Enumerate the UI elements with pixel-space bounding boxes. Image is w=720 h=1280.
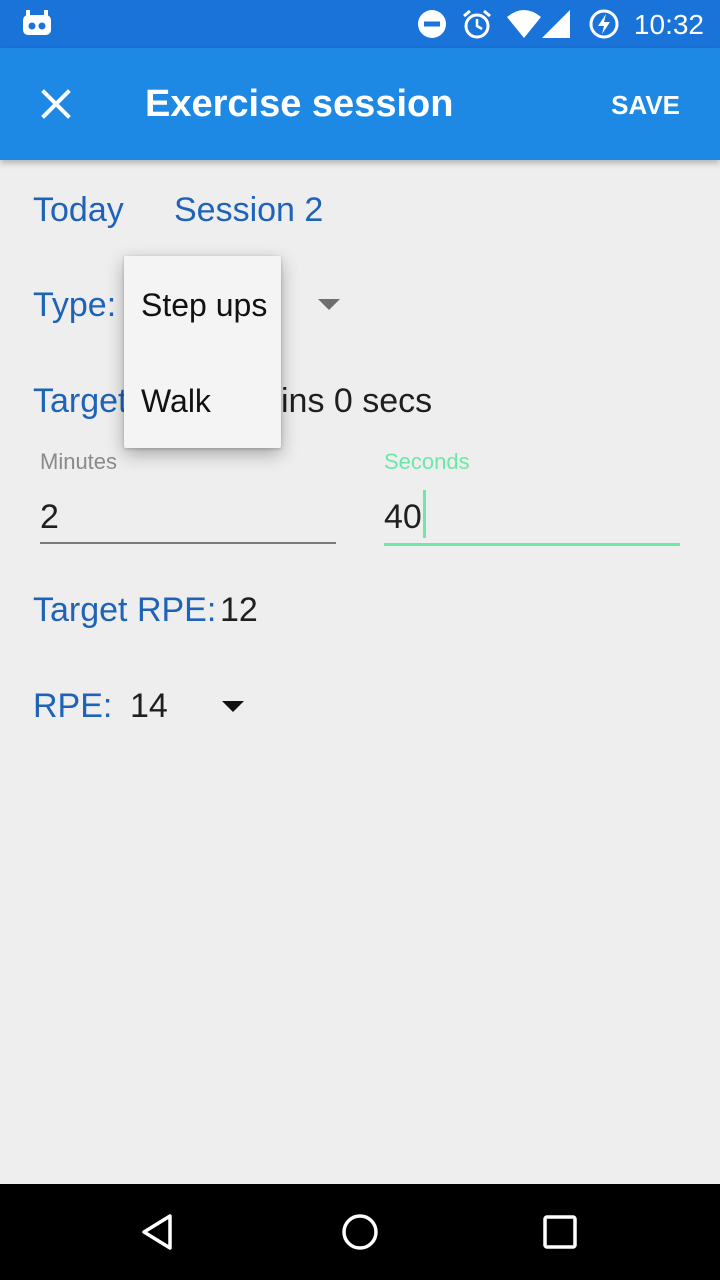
page-title: Exercise session [145,83,454,125]
dropdown-option-step-ups[interactable]: Step ups [141,285,267,325]
battery-charging-icon [589,9,619,39]
recents-icon[interactable] [536,1208,584,1256]
target-rpe-value: 12 [220,591,258,629]
type-dropdown-menu: Step ups Walk [124,256,281,448]
status-bar: 10:32 [0,0,720,48]
home-icon[interactable] [336,1208,384,1256]
session-date: Today [33,191,124,229]
save-button[interactable]: SAVE [611,90,680,120]
text-cursor [423,490,426,538]
app-bar: Exercise session SAVE [0,48,720,160]
target-rpe-label: Target RPE: [33,591,217,629]
type-label: Type: [33,286,117,324]
alarm-icon [463,9,491,39]
target-value: ins 0 secs [281,382,433,420]
seconds-underline [384,543,680,546]
rpe-value[interactable]: 14 [130,686,168,726]
navigation-bar [0,1184,720,1280]
target-label: Target [33,382,128,420]
wifi-icon [507,10,541,38]
seconds-input[interactable]: 40 [384,497,422,537]
do-not-disturb-icon [418,10,446,38]
minutes-input[interactable]: 2 [40,497,59,537]
status-time: 10:32 [633,9,704,40]
session-name: Session 2 [174,191,324,229]
minutes-underline [40,542,336,544]
close-icon[interactable] [32,80,80,128]
seconds-label: Seconds [384,449,470,474]
type-dropdown-arrow-icon[interactable] [318,299,340,310]
minutes-label: Minutes [40,449,118,474]
dropdown-option-walk[interactable]: Walk [141,381,211,421]
back-icon[interactable] [136,1208,184,1256]
rpe-dropdown-arrow-icon[interactable] [222,701,244,712]
cell-signal-icon [542,10,570,38]
rpe-label: RPE: [33,687,113,725]
app-notification-icon [23,10,51,35]
